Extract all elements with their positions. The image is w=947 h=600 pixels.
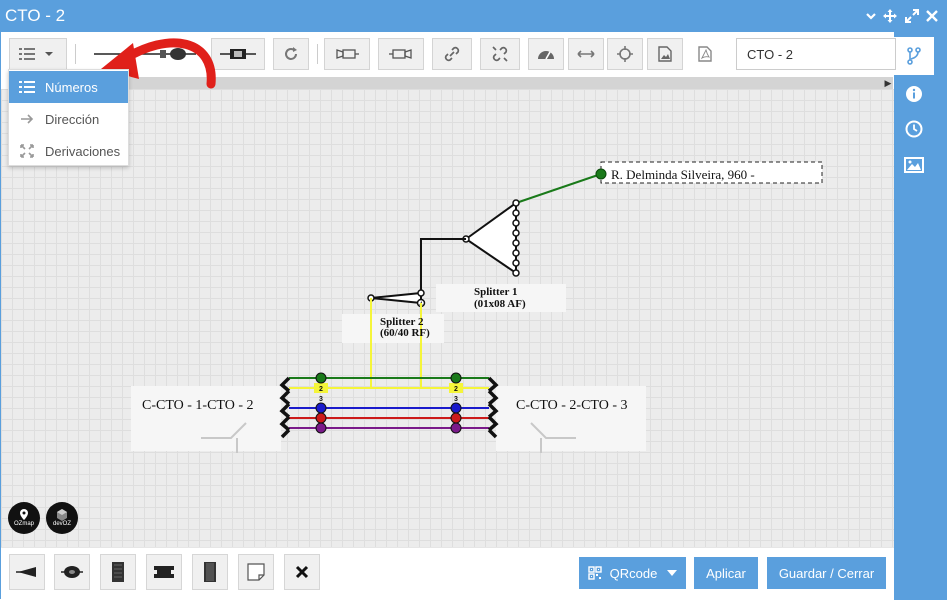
move-icon[interactable]	[881, 7, 899, 25]
chevron-down-icon[interactable]	[862, 7, 880, 25]
add-connector-button[interactable]	[9, 554, 45, 590]
qrcode-icon	[587, 566, 602, 580]
menu-item-label: Derivaciones	[45, 143, 121, 159]
gauge-icon[interactable]	[528, 38, 564, 70]
cable-right-label-box	[496, 386, 646, 451]
diagram-canvas[interactable]	[1, 89, 894, 547]
info-icon[interactable]	[894, 76, 934, 112]
editor-window: CTO - 2 CTO - 2 ▶ 4 2 3 2 3 R. Delminda …	[0, 0, 947, 600]
center-crosshair-icon[interactable]	[607, 38, 643, 70]
export-image-icon[interactable]	[647, 38, 683, 70]
close-icon[interactable]	[923, 7, 941, 25]
arrow-right-icon	[9, 113, 45, 125]
menu-item-direccion[interactable]: Dirección	[9, 103, 128, 135]
connector-right-icon[interactable]	[378, 38, 424, 70]
add-note-button[interactable]	[238, 554, 274, 590]
splitter-1-ratio: (01x08 AF)	[474, 298, 526, 310]
link-icon[interactable]	[432, 38, 472, 70]
export-pdf-icon[interactable]	[687, 38, 723, 70]
toolbar-divider	[75, 44, 76, 64]
horizontal-scrollbar[interactable]	[121, 77, 893, 89]
list-icon	[9, 80, 45, 94]
view-mode-dropdown[interactable]	[9, 38, 67, 70]
save-close-button[interactable]: Guardar / Cerrar	[767, 557, 886, 589]
add-dio-button[interactable]	[100, 554, 136, 590]
menu-item-derivaciones[interactable]: Derivaciones	[9, 135, 128, 167]
qrcode-label: QRcode	[609, 565, 658, 581]
unlink-icon[interactable]	[480, 38, 520, 70]
add-panel-button[interactable]	[192, 554, 228, 590]
address-connection-point	[595, 168, 607, 180]
window-title: CTO - 2	[5, 6, 66, 25]
splitter-1-name: Splitter 1	[474, 286, 518, 298]
qrcode-button[interactable]: QRcode	[579, 557, 686, 589]
ozmap-logo: OZmap	[8, 502, 40, 534]
add-splitter-button[interactable]	[146, 554, 182, 590]
cable-left-label-box	[131, 386, 281, 451]
cto-name-input[interactable]	[736, 38, 896, 70]
fiber-view-tab[interactable]	[894, 37, 934, 75]
fuse-tool-button[interactable]	[211, 38, 265, 70]
clock-icon[interactable]	[894, 111, 934, 147]
apply-button[interactable]: Aplicar	[694, 557, 758, 589]
splitter-2-ratio: (60/40 RF)	[380, 327, 430, 339]
devoz-logo: devOZ	[46, 502, 78, 534]
expand-icon[interactable]	[903, 7, 921, 25]
title-bar: CTO - 2	[1, 1, 947, 32]
scroll-right-arrow-icon[interactable]: ▶	[883, 77, 893, 89]
add-fusion-button[interactable]	[54, 554, 90, 590]
ozmap-logo-text: OZmap	[13, 521, 34, 527]
split-icon	[9, 144, 45, 158]
cable-right-label: C-CTO - 2-CTO - 3	[516, 398, 628, 413]
caret-down-icon	[667, 570, 678, 576]
resize-horizontal-icon[interactable]	[568, 38, 604, 70]
connector-tool-button[interactable]	[83, 38, 207, 70]
connector-left-icon[interactable]	[324, 38, 370, 70]
menu-item-label: Números	[45, 79, 98, 95]
view-mode-menu: Números Dirección Derivaciones	[8, 69, 129, 166]
toolbar-divider	[317, 44, 318, 64]
menu-item-numeros[interactable]: Números	[9, 71, 128, 103]
image-icon[interactable]	[894, 147, 934, 183]
menu-item-label: Dirección	[45, 111, 100, 127]
cable-left-label: C-CTO - 1-CTO - 2	[142, 398, 254, 413]
address-label: R. Delminda Silveira, 960 -	[611, 167, 755, 182]
delete-button[interactable]	[284, 554, 320, 590]
rotate-icon[interactable]	[273, 38, 309, 70]
devoz-logo-text: devOZ	[52, 521, 71, 527]
